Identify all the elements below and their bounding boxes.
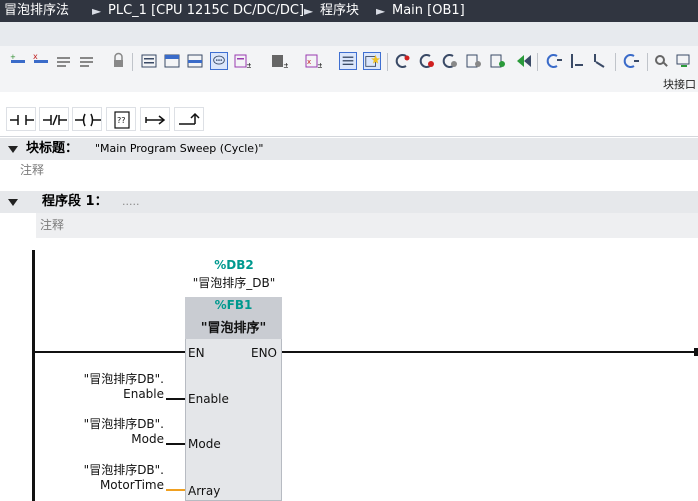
operand-db: "冒泡排序DB". — [83, 463, 164, 477]
network-title-field[interactable]: ..... — [122, 191, 139, 213]
svg-text:x: x — [33, 52, 38, 61]
go-online-icon[interactable]: ± — [233, 52, 251, 70]
pin-eno: ENO — [251, 346, 278, 360]
block-title-label: 块标题： — [26, 141, 79, 156]
svg-text:±: ± — [317, 61, 322, 70]
delete-network-icon[interactable]: x — [32, 52, 50, 70]
insert-network-icon[interactable]: + — [9, 52, 27, 70]
coil-icon[interactable] — [72, 107, 102, 131]
toggle-absolute-icon[interactable] — [55, 52, 73, 70]
goto-prev-error-icon[interactable] — [515, 52, 533, 70]
lock-icon[interactable] — [110, 52, 128, 70]
toolbar-separator — [387, 53, 388, 71]
operand-wire — [166, 398, 185, 400]
pin-mode: Mode — [188, 437, 221, 451]
update-icon[interactable] — [567, 52, 585, 70]
breadcrumb: 冒泡排序法 ► PLC_1 [CPU 1215C DC/DC/DC] ► 程序块… — [0, 0, 698, 22]
fb-name: "冒泡排序" — [200, 321, 267, 336]
operand-array[interactable]: "冒泡排序DB". MotorTime — [60, 461, 164, 492]
pin-enable: Enable — [188, 392, 229, 406]
block-interface-tab[interactable]: 块接口 — [663, 76, 696, 92]
show-all-icon[interactable] — [140, 52, 158, 70]
breadcrumb-project[interactable]: 冒泡排序法 — [4, 0, 69, 22]
next-bookmark-icon[interactable] — [622, 52, 640, 70]
snapshot-icon[interactable]: x ± — [304, 52, 322, 70]
pin-array: Array — [188, 484, 221, 498]
toolbar-separator — [647, 53, 648, 71]
breadcrumb-separator-icon: ► — [92, 4, 102, 18]
monitor-all-icon[interactable] — [418, 52, 436, 70]
network-header[interactable]: 程序段 1： ..... — [0, 191, 698, 213]
compare-icon[interactable] — [339, 52, 357, 70]
collapse-arrow-icon[interactable] — [8, 146, 18, 153]
block-title-header[interactable]: 块标题： "Main Program Sweep (Cycle)" — [0, 138, 698, 160]
operand-member: Mode — [131, 432, 164, 446]
toggle-symbolic-icon[interactable] — [78, 52, 96, 70]
power-rail — [32, 250, 35, 501]
breadcrumb-folder[interactable]: 程序块 — [320, 0, 359, 22]
show-comments-icon[interactable] — [163, 52, 181, 70]
svg-text:??: ?? — [117, 116, 126, 125]
operand-enable[interactable]: "冒泡排序DB". Enable — [60, 370, 164, 401]
breadcrumb-separator-icon: ► — [376, 4, 386, 18]
toolbar-separator — [132, 53, 133, 71]
operand-mode[interactable]: "冒泡排序DB". Mode — [60, 415, 164, 446]
settings-icon[interactable] — [652, 52, 670, 70]
favorites-toggle-icon[interactable] — [210, 52, 228, 70]
no-contact-icon[interactable] — [6, 107, 36, 131]
collapse-arrow-icon[interactable] — [8, 199, 18, 206]
block-title-value[interactable]: "Main Program Sweep (Cycle)" — [95, 138, 263, 160]
operand-member: MotorTime — [99, 478, 164, 492]
operand-db: "冒泡排序DB". — [83, 372, 164, 386]
call-hierarchy-icon[interactable] — [465, 52, 483, 70]
rung-wire — [282, 351, 696, 353]
svg-text:x: x — [307, 58, 311, 66]
breadcrumb-block[interactable]: Main [OB1] — [392, 0, 465, 22]
svg-text:+: + — [10, 53, 16, 61]
editor-toolbar: + x ± ± x ± — [0, 46, 698, 79]
rung-wire — [33, 351, 185, 353]
array-operand-wire — [166, 489, 185, 491]
go-offline-icon[interactable]: ± — [270, 52, 288, 70]
breadcrumb-device[interactable]: PLC_1 [CPU 1215C DC/DC/DC] — [108, 0, 304, 22]
watch-table-icon[interactable] — [441, 52, 459, 70]
download-icon[interactable] — [675, 52, 693, 70]
block-comment-text[interactable]: 注释 — [20, 160, 44, 180]
svg-text:±: ± — [283, 61, 288, 70]
hide-bookmark-icon[interactable] — [394, 52, 412, 70]
breadcrumb-separator-icon: ► — [304, 4, 314, 18]
open-block-icon[interactable] — [545, 52, 563, 70]
empty-box-icon[interactable]: ?? — [106, 107, 136, 131]
rung-end-marker — [694, 348, 698, 356]
toolbar-separator — [537, 53, 538, 71]
operand-wire — [166, 443, 185, 445]
goto-next-error-icon[interactable] — [489, 52, 507, 70]
instance-db-name[interactable]: "冒泡排序_DB" — [160, 274, 308, 291]
fb-address: %FB1 — [214, 298, 253, 312]
nc-contact-icon[interactable] — [39, 107, 69, 131]
show-favorites-icon[interactable] — [186, 52, 204, 70]
svg-text:±: ± — [246, 61, 251, 70]
toolbar-lower-band — [0, 78, 698, 92]
toolbar-separator — [615, 53, 616, 71]
editor-top-band — [0, 22, 698, 46]
lad-instruction-palette: ?? — [0, 102, 698, 137]
block-comment[interactable]: 注释 — [0, 160, 698, 180]
network-comment[interactable]: 注释 — [36, 213, 698, 238]
operand-db: "冒泡排序DB". — [83, 417, 164, 431]
prev-bookmark-icon[interactable] — [590, 52, 608, 70]
network-label: 程序段 1： — [42, 194, 108, 209]
network-comment-text[interactable]: 注释 — [40, 213, 64, 238]
open-branch-icon[interactable] — [140, 107, 170, 131]
instance-db-address[interactable]: %DB2 — [185, 258, 283, 272]
show-bookmark-icon[interactable] — [363, 52, 381, 70]
close-branch-icon[interactable] — [174, 107, 204, 131]
pin-en: EN — [188, 346, 205, 360]
operand-member: Enable — [123, 387, 164, 401]
